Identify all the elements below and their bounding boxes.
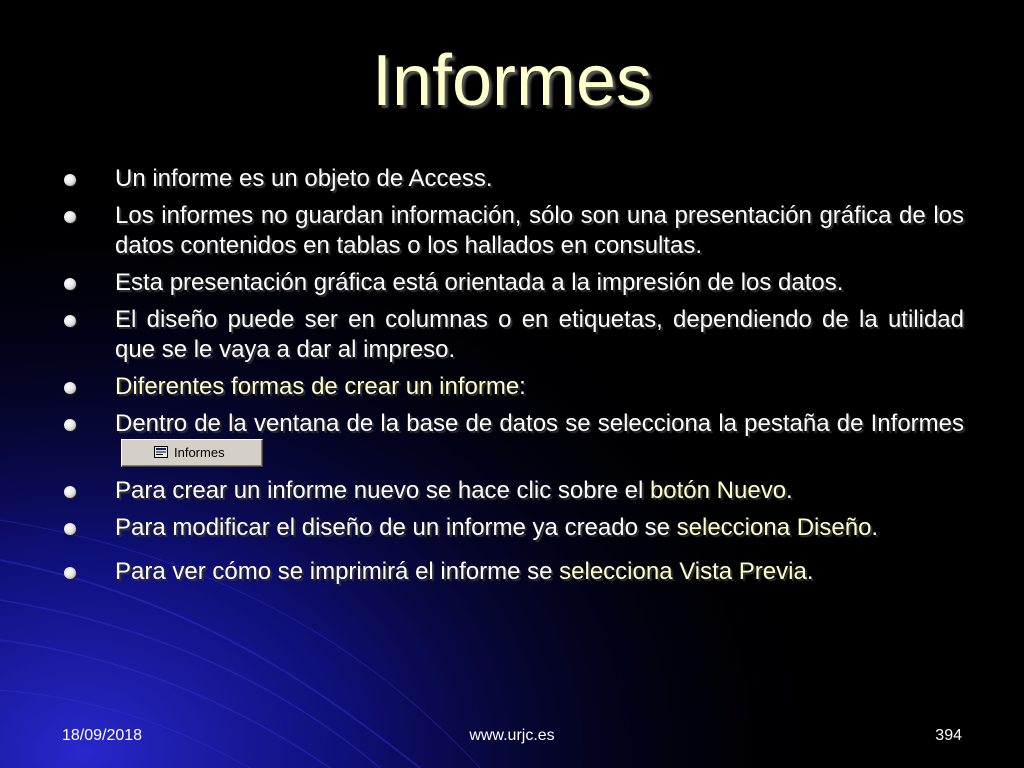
bullet-item: Diferentes formas de crear un informe: (62, 372, 964, 402)
bullet-item: Esta presentación gráfica está orientada… (62, 268, 964, 298)
bullet-text: : (519, 373, 526, 400)
bullet-dot-icon (64, 419, 76, 431)
bullet-text: Para modificar el diseño de un informe y… (115, 514, 677, 541)
highlighted-text: Diferentes formas de crear un informe (115, 373, 520, 400)
bullet-item: Para ver cómo se imprimirá el informe se… (62, 557, 964, 587)
bullet-text: Para crear un informe nuevo se hace clic… (115, 477, 650, 504)
bullet-dot-icon (64, 211, 76, 223)
highlighted-text: selecciona Diseño (676, 514, 872, 541)
bullet-dot-icon (64, 567, 76, 579)
bullet-text: . (871, 514, 879, 541)
bullet-text: Los informes no guardan información, sól… (115, 202, 964, 259)
bullet-item: Dentro de la ventana de la base de datos… (62, 409, 964, 469)
bullet-text: Un informe es un objeto de Access. (115, 165, 493, 192)
bullet-dot-icon (64, 523, 76, 535)
footer-site: www.urjc.es (469, 727, 555, 744)
bullet-text: . (806, 558, 814, 585)
bullet-list: Un informe es un objeto de Access. Los in… (62, 164, 964, 594)
bullet-dot-icon (64, 174, 76, 186)
bullet-text: Dentro de la ventana de la base de datos… (115, 410, 964, 437)
bullet-dot-icon (64, 278, 76, 290)
informes-tab-label: Informes (174, 444, 225, 460)
bullet-item: Un informe es un objeto de Access. (62, 164, 964, 194)
bullet-dot-icon (64, 486, 76, 498)
highlighted-text: selecciona Vista Previa (559, 558, 807, 585)
bullet-item: Para modificar el diseño de un informe y… (62, 513, 964, 543)
report-icon (154, 446, 168, 459)
bullet-text: Para ver cómo se imprimirá el informe se (115, 558, 560, 585)
bullet-item: Para crear un informe nuevo se hace clic… (62, 476, 964, 506)
bullet-text: El diseño puede ser en columnas o en eti… (115, 306, 964, 363)
bullet-dot-icon (64, 315, 76, 327)
bullet-text: Esta presentación gráfica está orientada… (115, 269, 844, 296)
bullet-item: Los informes no guardan información, sól… (62, 201, 964, 261)
footer-page-number: 394 (935, 727, 962, 744)
bullet-dot-icon (64, 382, 76, 394)
bullet-text: . (786, 477, 793, 504)
highlighted-text: botón Nuevo (649, 477, 787, 504)
informes-tab-button[interactable]: Informes (121, 438, 263, 467)
slide-title: Informes (371, 41, 653, 121)
bullet-item: El diseño puede ser en columnas o en eti… (62, 305, 964, 365)
